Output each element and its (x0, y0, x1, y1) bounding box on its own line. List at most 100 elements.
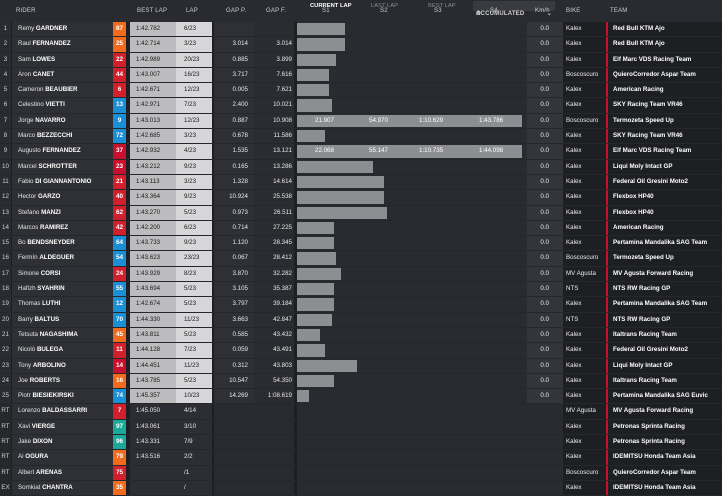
rider-number-badge: 87 (113, 22, 126, 37)
rider-number-badge: 40 (113, 190, 126, 205)
position: 8 (0, 129, 11, 144)
table-row[interactable]: 20 Barry BALTUS 70 1:44.330 11/23 3.663 42.847… (0, 312, 722, 328)
team-name: Flexbox HP40 (606, 190, 722, 205)
bike-make: Kalex (565, 98, 605, 113)
gap-first: 28.345 (254, 236, 294, 251)
table-row[interactable]: 4 Aron CANET 44 1:43.007 16/23 3.717 7.616 0.0 B… (0, 67, 722, 84)
table-row[interactable]: 3 Sam LOWES 22 1:42.989 20/23 0.885 3.899 0.0 Ka… (0, 52, 722, 68)
table-row[interactable]: 5 Cameron BEAUBIER 6 1:42.671 12/23 0.005 7.62… (0, 83, 722, 99)
position: 22 (0, 343, 11, 358)
gap-previous: 0.005 (214, 83, 254, 98)
table-row[interactable]: RT Xavi VIERGE 97 1:43.061 3/10 Kalex Petronas… (0, 419, 722, 436)
rider-number-badge: 54 (113, 251, 126, 266)
lap-count: 6/23 (176, 22, 212, 37)
table-row[interactable]: RT Jake DIXON 96 1:43.331 7/9 Kalex Petronas S… (0, 435, 722, 451)
lap-count: / (176, 480, 212, 496)
rider-name: Jake DIXON (12, 435, 113, 450)
table-row[interactable]: 16 Fermín ALDEGUER 54 1:43.623 23/23 0.067 28.… (0, 251, 722, 267)
table-row[interactable]: 12 Hector GARZO 40 1:43.364 9/23 10.924 25.538… (0, 190, 722, 206)
sector-progress-bar (297, 344, 325, 357)
speed-kmh: 0.0 (527, 83, 563, 98)
table-row[interactable]: 6 Celestino VIETTI 13 1:42.971 7/23 2.400 10.0… (0, 98, 722, 114)
bike-make: Kalex (565, 236, 605, 251)
gap-previous: 0.678 (214, 129, 254, 144)
header-s1: S1 (322, 8, 330, 14)
rider-last-name: BEZZECCHI (36, 132, 73, 140)
table-row[interactable]: 23 Tony ARBOLINO 14 1:44.451 11/23 0.312 43.80… (0, 358, 722, 374)
gap-previous: 3.870 (214, 266, 254, 282)
rider-number-badge: 70 (113, 312, 126, 327)
table-row[interactable]: RT Ai OGURA 79 1:43.516 2/2 Kalex IDEMITSU Hon… (0, 450, 722, 466)
rider-name: Jorge NAVARRO (12, 113, 113, 129)
table-row[interactable]: 1 Remy GARDNER 87 1:42.782 6/23 0.0 Kalex Red B… (0, 22, 722, 38)
rider-number-badge: 25 (113, 37, 126, 52)
table-row[interactable]: 14 Marcos RAMIREZ 42 1:42.200 6/23 0.714 27.22… (0, 220, 722, 237)
team-name: SKY Racing Team VR46 (606, 129, 722, 144)
table-row[interactable]: 8 Marco BEZZECCHI 72 1:42.685 3/23 0.678 11.58… (0, 129, 722, 145)
gap-first: 1:08.619 (254, 389, 294, 404)
table-row[interactable]: 15 Bo BENDSNEYDER 64 1:43.733 9/23 1.120 28.34… (0, 236, 722, 252)
team-name: QuieroCorredor Aspar Team (606, 67, 722, 83)
table-row[interactable]: 21 Tetsuta NAGASHIMA 45 1:43.811 5/23 0.585 43… (0, 327, 722, 344)
gap-previous (214, 480, 254, 496)
table-row[interactable]: 17 Simone CORSI 24 1:43.929 8/23 3.870 32.282 0… (0, 266, 722, 283)
rider-first-name: Cameron (18, 86, 44, 94)
table-row[interactable]: 25 Piotr BIESIEKIRSKI 74 1:45.357 10/23 14.26… (0, 389, 722, 405)
rider-first-name: Nicolò (18, 346, 36, 354)
rider-number-badge: 45 (113, 327, 126, 343)
position: 21 (0, 327, 11, 343)
header-rider: RIDER (16, 8, 36, 14)
rider-first-name: Fermín (18, 254, 38, 262)
table-row[interactable]: 7 Jorge NAVARRO 9 1:43.013 12/23 0.887 10.908 2… (0, 113, 722, 130)
best-lap-time: 1:43.113 (130, 174, 176, 190)
table-row[interactable]: 22 Nicolò BULEGA 11 1:44.128 7/23 0.059 43.491… (0, 343, 722, 359)
team-name: Termozeta Speed Up (606, 251, 722, 266)
sector-progress (297, 83, 527, 98)
team-name: Flexbox HP40 (606, 205, 722, 220)
position: 16 (0, 251, 11, 266)
gap-previous (214, 22, 254, 37)
table-row[interactable]: RTLorenzo BALDASSARRIP7 1:45.0504/14 MV Ag… (0, 404, 722, 420)
rider-name: Thomas LUTHI (12, 297, 113, 312)
table-row[interactable]: 18 Hafizh SYAHRIN 55 1:43.694 5/23 3.105 35.38… (0, 282, 722, 298)
rider-first-name: Tetsuta (18, 330, 38, 338)
gap-previous: 0.887 (214, 113, 254, 129)
speed-kmh: 0.0 (527, 358, 563, 373)
sector-progress (297, 297, 527, 312)
table-row[interactable]: 19 Thomas LUTHI 12 1:42.674 5/23 3.797 39.184 0… (0, 297, 722, 313)
table-row[interactable]: 9 Augusto FERNANDEZ 37 1:42.932 4/23 1.535 13.… (0, 144, 722, 160)
team-name: QuieroCorredor Aspar Team (606, 465, 722, 480)
sector-progress-bar (297, 191, 385, 204)
team-name: Federal Oil Gresini Moto2 (606, 343, 722, 358)
speed-kmh: 0.0 (527, 37, 563, 52)
bike-make: Boscoscuro (565, 465, 605, 480)
table-row[interactable]: 2 Raul FERNANDEZ 25 1:42.714 3/23 3.014 3.014 0… (0, 37, 722, 53)
rider-number-badge: 13 (113, 98, 126, 113)
best-lap-time: 1:42.674 (130, 297, 176, 312)
sector-progress-bar (297, 175, 385, 189)
table-row[interactable]: 11 Fabio DI GIANNANTONIO 21 1:43.113 3/23 1.3… (0, 174, 722, 191)
position: RT (0, 450, 11, 465)
team-name: SKY Racing Team VR46 (606, 98, 722, 113)
best-lap-time: 1:43.623 (130, 251, 176, 266)
rider-last-name: LOWES (32, 55, 56, 63)
gap-first: 10.908 (254, 113, 294, 129)
table-row[interactable]: 10 Marcel SCHROTTER 23 1:43.212 9/23 0.165 13.… (0, 159, 722, 175)
rider-first-name: Simone (18, 269, 39, 277)
position: 1 (0, 22, 11, 37)
best-lap-time: 1:42.714 (130, 37, 176, 52)
sector-progress (297, 404, 527, 419)
sector-progress (297, 373, 527, 389)
speed-kmh: 0.0 (527, 129, 563, 144)
rider-last-name: SYAHRIN (37, 285, 65, 293)
rider-first-name: Barry (18, 315, 33, 323)
speed-kmh: 0.0 (527, 98, 563, 113)
rider-name: Simone CORSI (12, 266, 113, 282)
table-row[interactable]: 13 Stefano MANZI 62 1:43.270 5/23 0.973 26.511… (0, 205, 722, 221)
bike-make: Kalex (565, 220, 605, 236)
table-row[interactable]: 24 Joe ROBERTS 16 1:43.785 5/23 10.547 54.350 0… (0, 373, 722, 390)
table-row[interactable]: EX Somkiat CHANTRA 35/Kalex IDEMITSU Honda … (0, 480, 722, 496)
table-row[interactable]: RT Albert ARENAS 75/1 Boscoscuro QuieroCorre… (0, 465, 722, 481)
tab-current-lap[interactable]: CURRENT LAP (310, 1, 352, 11)
header-bike: BIKE (566, 8, 581, 14)
